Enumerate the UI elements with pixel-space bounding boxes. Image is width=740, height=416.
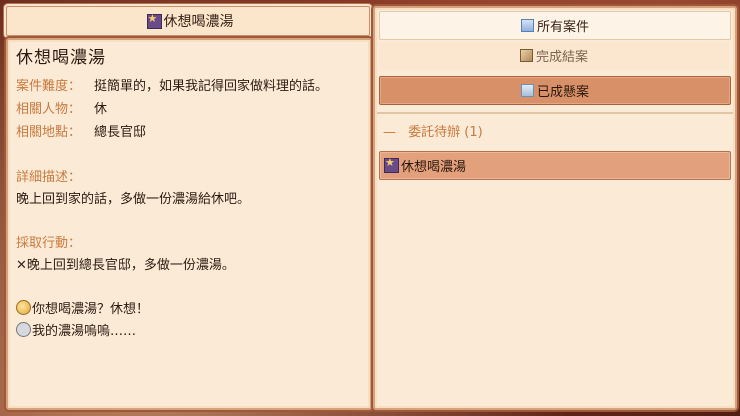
case-list-panel: 所有案件 完成結案 已成懸案 — 委託待辦 (1) 休想喝濃湯 — [373, 6, 737, 410]
cross-mark-icon: ✕ — [16, 258, 27, 273]
tab-unsolved-cases[interactable]: 已成懸案 — [379, 76, 731, 105]
location-value: 總長官邸 — [94, 125, 147, 140]
dialogue-line: 我的濃湯嗚嗚…… — [16, 321, 362, 343]
tab-completed-label: 完成結案 — [535, 50, 588, 65]
action-label: 採取行動： — [16, 236, 82, 251]
case-detail-panel: 休想喝濃湯 案件難度： 挺簡單的，如果我記得回家做料理的話。 相關人物： 休 相關地… — [6, 38, 372, 410]
people-value: 休 — [94, 102, 108, 117]
group-label: 委託待辦 — [408, 125, 461, 140]
document-icon — [520, 19, 534, 32]
tab-unsolved-label: 已成懸案 — [536, 85, 589, 100]
case-title: 休想喝濃湯 — [16, 48, 106, 68]
tab-all-cases[interactable]: 所有案件 — [379, 11, 731, 40]
divider — [377, 112, 733, 114]
list-item-label: 休想喝濃湯 — [401, 160, 467, 175]
location-label: 相關地點： — [16, 125, 82, 140]
case-header: 休想喝濃湯 — [6, 6, 370, 36]
difficulty-label: 案件難度： — [16, 79, 82, 94]
list-item[interactable]: 休想喝濃湯 — [379, 151, 731, 180]
group-count: (1) — [464, 125, 483, 140]
description-text: 晚上回到家的話，多做一份濃湯給休吧。 — [16, 192, 251, 207]
ghost-face-icon — [16, 322, 31, 337]
difficulty-value: 挺簡單的，如果我記得回家做料理的話。 — [94, 79, 329, 94]
star-case-icon — [146, 12, 162, 29]
action-value: 晚上回到總長官邸，多做一份濃湯。 — [26, 258, 235, 273]
group-toggle-pending[interactable]: — 委託待辦 (1) — [383, 123, 483, 143]
location-row: 相關地點： 總長官邸 — [16, 122, 362, 145]
case-header-title: 休想喝濃湯 — [163, 14, 234, 30]
action-text: ✕晚上回到總長官邸，多做一份濃湯。 — [16, 255, 362, 277]
sun-face-icon — [16, 300, 31, 315]
tab-completed-cases[interactable]: 完成結案 — [379, 42, 729, 69]
dialogue-text: 我的濃湯嗚嗚…… — [32, 324, 137, 339]
difficulty-row: 案件難度： 挺簡單的，如果我記得回家做料理的話。 — [16, 76, 362, 99]
description-label: 詳細描述： — [16, 170, 82, 185]
people-row: 相關人物： 休 — [16, 99, 362, 122]
tab-all-cases-label: 所有案件 — [536, 20, 589, 35]
dialogue-text: 你想喝濃湯？休想！ — [32, 302, 150, 317]
people-label: 相關人物： — [16, 102, 82, 117]
quill-icon — [519, 49, 533, 62]
collapse-icon: — — [383, 125, 396, 140]
paper-icon — [520, 84, 534, 97]
star-case-icon — [384, 156, 399, 173]
dialogue-line: 你想喝濃湯？休想！ — [16, 299, 362, 321]
